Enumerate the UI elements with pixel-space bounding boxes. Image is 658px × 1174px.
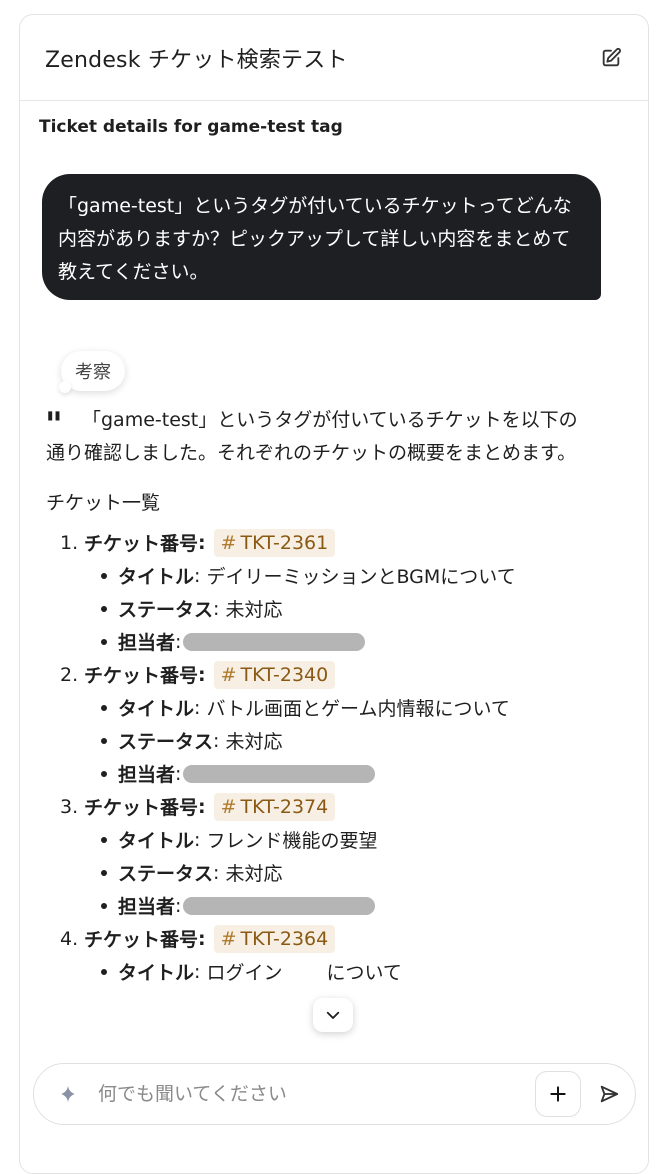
hash-icon: # (220, 927, 237, 950)
plus-icon (550, 1086, 566, 1102)
ticket-number: 4. (60, 927, 79, 950)
thinking-chip[interactable]: 考察 (59, 351, 125, 393)
quote-icon: " (45, 405, 63, 445)
ticket-title: フレンド機能の要望 (206, 830, 378, 852)
ticket-status: 未対応 (225, 599, 283, 621)
ticket-title-row: タイトル: フレンド機能の要望 (46, 823, 586, 856)
ticket-status-row: ステータス: 未対応 (46, 856, 586, 889)
ticket-list: 1. チケット番号: # TKT-2361 タイトル: デイリーミッションとBGM… (46, 526, 586, 988)
ticket-number: 2. (60, 663, 79, 686)
ticket-status: 未対応 (225, 731, 283, 753)
sparkle-icon (58, 1084, 82, 1104)
message-input[interactable] (98, 1083, 535, 1105)
redacted-assignee (183, 632, 366, 651)
chat-header: Zendesk チケット検索テスト (20, 15, 648, 101)
hash-icon: # (220, 531, 237, 554)
ticket-status-row: ステータス: 未対応 (46, 724, 586, 757)
ticket-label: チケット番号 (84, 665, 199, 687)
answer-intro: 「game-test」というタグが付いているチケットを以下の通り確認しました。そ… (46, 409, 578, 464)
assistant-answer: " 「game-test」というタグが付いているチケットを以下の通り確認しました… (45, 404, 586, 988)
scroll-to-bottom-button[interactable] (313, 998, 353, 1032)
ticket-status: 未対応 (225, 863, 283, 885)
ticket-title-row: タイトル: ログイン について (46, 955, 586, 988)
thread-title: Ticket details for game-test tag (39, 117, 343, 137)
ticket-assignee-row: 担当者: (46, 625, 586, 658)
list-heading: チケット一覧 (46, 492, 161, 514)
redacted-assignee (183, 896, 376, 915)
hash-icon: # (220, 795, 237, 818)
redacted-assignee (183, 764, 376, 783)
chat-title: Zendesk チケット検索テスト (45, 47, 348, 73)
user-message: 「game-test」というタグが付いているチケットってどんな内容がありますか？… (42, 174, 601, 300)
ticket-label: チケット番号 (84, 533, 199, 555)
ticket-item: 1. チケット番号: # TKT-2361 タイトル: デイリーミッションとBGM… (46, 526, 586, 658)
ticket-number: 3. (60, 795, 79, 818)
ticket-link[interactable]: # TKT-2340 (213, 660, 336, 689)
ticket-title-row: タイトル: バトル画面とゲーム内情報について (46, 691, 586, 724)
hash-icon: # (220, 663, 237, 686)
message-composer (33, 1063, 636, 1125)
ticket-item: 2. チケット番号: # TKT-2340 タイトル: バトル画面とゲーム内情報に… (46, 658, 586, 790)
ticket-label: チケット番号 (84, 797, 199, 819)
ticket-assignee-row: 担当者: (46, 889, 586, 922)
add-attachment-button[interactable] (535, 1071, 581, 1117)
send-icon (600, 1085, 619, 1103)
chevron-down-icon (326, 1011, 340, 1019)
ticket-title: バトル画面とゲーム内情報について (206, 698, 510, 720)
ticket-status-row: ステータス: 未対応 (46, 592, 586, 625)
new-chat-button[interactable] (596, 43, 626, 73)
ticket-assignee-row: 担当者: (46, 757, 586, 790)
ticket-item: 3. チケット番号: # TKT-2374 タイトル: フレンド機能の要望 ステー… (46, 790, 586, 922)
edit-icon (602, 47, 621, 66)
ticket-title: デイリーミッションとBGMについて (206, 566, 516, 588)
scroll-fade (20, 1030, 640, 1060)
ticket-title-suffix: について (326, 962, 402, 984)
ticket-item: 4. チケット番号: # TKT-2364 タイトル: ログイン について (46, 922, 586, 988)
ticket-title-prefix: ログイン (206, 962, 283, 984)
send-button[interactable] (595, 1083, 623, 1105)
ticket-link[interactable]: # TKT-2364 (213, 924, 336, 953)
ticket-link[interactable]: # TKT-2361 (213, 528, 336, 557)
ticket-title-row: タイトル: デイリーミッションとBGMについて (46, 559, 586, 592)
ticket-label: チケット番号 (84, 929, 199, 951)
ticket-link[interactable]: # TKT-2374 (213, 792, 336, 821)
ticket-number: 1. (60, 531, 79, 554)
